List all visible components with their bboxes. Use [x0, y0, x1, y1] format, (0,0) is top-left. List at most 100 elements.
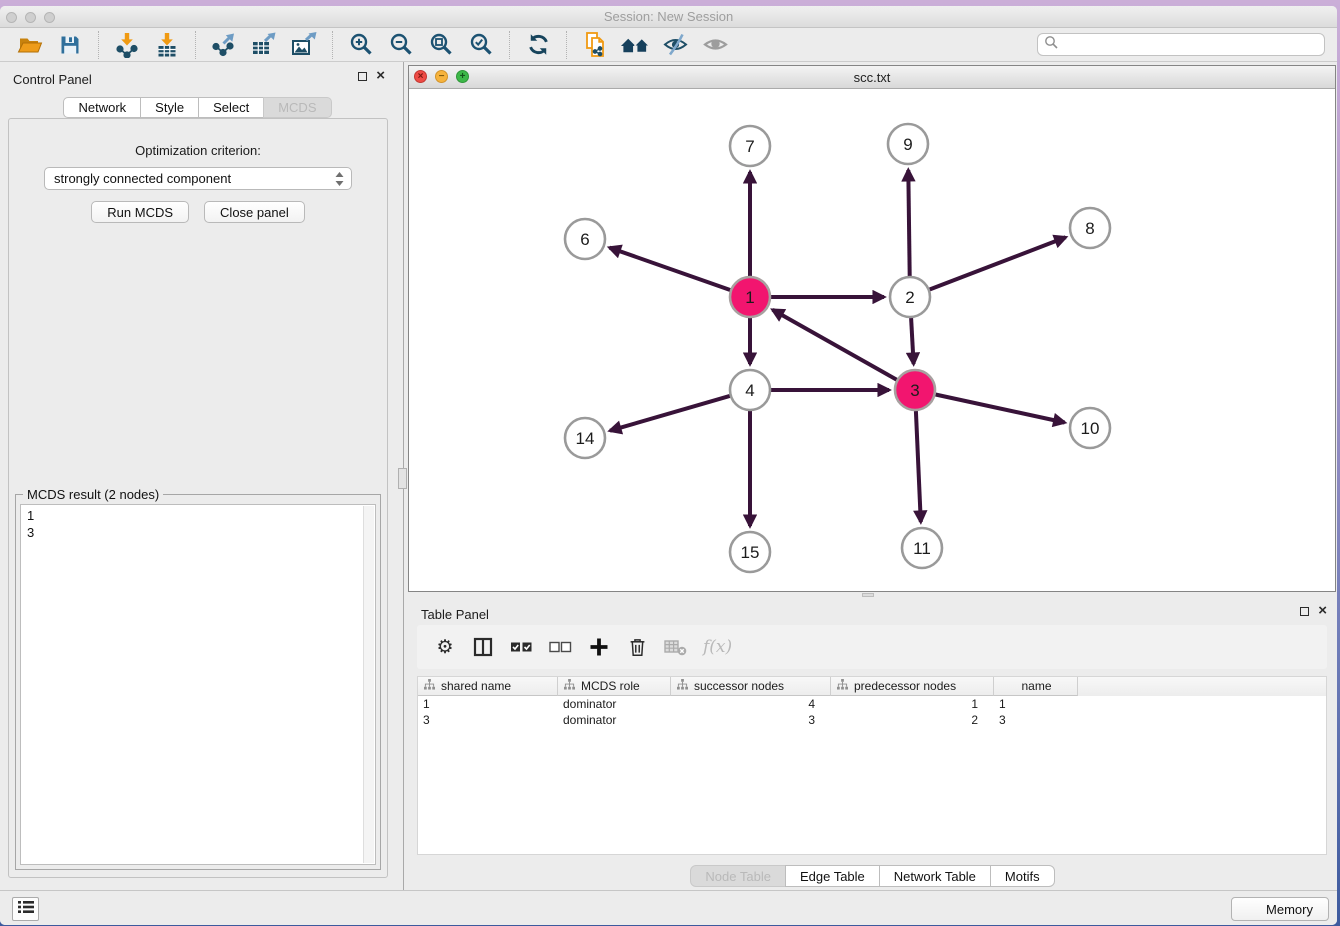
mcds-result-area[interactable]: 13 [20, 504, 376, 865]
table-cell[interactable]: 2 [831, 712, 994, 728]
result-scrollbar[interactable] [363, 506, 374, 863]
open-session-icon[interactable] [15, 30, 45, 60]
select-all-icon[interactable] [510, 635, 533, 659]
graph-node-8[interactable]: 8 [1070, 208, 1110, 248]
close-table-panel-icon[interactable]: × [1318, 606, 1327, 616]
save-session-icon[interactable] [55, 30, 85, 60]
graph-edge-2-9[interactable] [908, 170, 909, 276]
graph-node-14[interactable]: 14 [565, 418, 605, 458]
table-cell[interactable]: dominator [558, 712, 671, 728]
mcds-result-text: 13 [21, 505, 375, 543]
export-table-icon[interactable] [249, 30, 279, 60]
tab-style[interactable]: Style [140, 97, 199, 118]
column-header-predecessor-nodes[interactable]: predecessor nodes [831, 677, 994, 696]
graph-edge-3-1[interactable] [773, 310, 897, 380]
column-header-shared-name[interactable]: shared name [418, 677, 558, 696]
network-graph: 1 2 3 4 6 7 8 9 10 11 14 15 [409, 89, 1335, 591]
table-row[interactable]: 1dominator411 [418, 696, 1326, 712]
export-network-icon[interactable] [209, 30, 239, 60]
graph-node-9[interactable]: 9 [888, 124, 928, 164]
import-table-icon[interactable] [152, 30, 182, 60]
graph-node-1[interactable]: 1 [730, 277, 770, 317]
graph-edge-1-6[interactable] [610, 248, 731, 290]
horizontal-splitter-handle[interactable] [862, 593, 874, 597]
gear-icon[interactable]: ⚙ [434, 635, 456, 659]
add-icon[interactable] [588, 635, 610, 659]
desktop: Session: New Session [0, 0, 1340, 926]
mcds-result-group: MCDS result (2 nodes) 13 [15, 494, 381, 870]
svg-text:6: 6 [580, 230, 589, 249]
tab-mcds[interactable]: MCDS [263, 97, 331, 118]
table-tabs: Node TableEdge TableNetwork TableMotifs [408, 865, 1337, 887]
zoom-out-icon[interactable] [386, 30, 416, 60]
copy-network-icon[interactable] [580, 30, 610, 60]
memory-button[interactable]: Memory [1231, 897, 1329, 921]
function-builder-icon[interactable]: f(x) [703, 635, 732, 659]
svg-text:2: 2 [905, 288, 914, 307]
graph-node-2[interactable]: 2 [890, 277, 930, 317]
import-network-icon[interactable] [112, 30, 142, 60]
zoom-selected-icon[interactable] [466, 30, 496, 60]
export-image-icon[interactable] [289, 30, 319, 60]
search-input[interactable] [1059, 35, 1324, 54]
svg-text:14: 14 [576, 429, 595, 448]
float-panel-icon[interactable] [358, 72, 367, 81]
refresh-icon[interactable] [523, 30, 553, 60]
vertical-splitter[interactable] [395, 62, 408, 890]
graph-edge-2-3[interactable] [911, 318, 914, 364]
table-cell[interactable]: 3 [994, 712, 1078, 728]
app-window: Session: New Session [0, 6, 1337, 925]
tab-node-table[interactable]: Node Table [690, 865, 786, 887]
mcds-panel: Optimization criterion: strongly connect… [8, 118, 388, 878]
graph-node-11[interactable]: 11 [902, 528, 942, 568]
control-panel-title: Control Panel [13, 72, 92, 87]
tab-select[interactable]: Select [198, 97, 264, 118]
tab-edge-table[interactable]: Edge Table [785, 865, 880, 887]
network-window-titlebar[interactable]: × − + scc.txt [409, 66, 1335, 89]
graph-edge-4-14[interactable] [610, 396, 730, 431]
network-canvas[interactable]: 1 2 3 4 6 7 8 9 10 11 14 15 [409, 89, 1335, 591]
table-row[interactable]: 3dominator323 [418, 712, 1326, 728]
svg-text:4: 4 [745, 381, 754, 400]
graph-edge-2-8[interactable] [930, 237, 1066, 289]
table-cell[interactable]: 3 [418, 712, 558, 728]
graph-node-15[interactable]: 15 [730, 532, 770, 572]
table-cell[interactable]: 4 [671, 696, 831, 712]
home-icon[interactable] [620, 30, 650, 60]
column-header-name[interactable]: name [994, 677, 1078, 696]
tab-network[interactable]: Network [63, 97, 141, 118]
delete-icon[interactable] [626, 635, 648, 659]
graph-edge-3-11[interactable] [916, 411, 921, 522]
svg-text:11: 11 [913, 539, 931, 558]
task-history-button[interactable] [12, 897, 39, 921]
zoom-fit-icon[interactable] [426, 30, 456, 60]
deselect-all-icon[interactable] [549, 635, 572, 659]
table-cell[interactable]: dominator [558, 696, 671, 712]
criterion-select[interactable]: strongly connected component [44, 167, 352, 190]
table-cell[interactable]: 3 [671, 712, 831, 728]
delete-table-icon[interactable] [664, 635, 687, 659]
run-mcds-button[interactable]: Run MCDS [91, 201, 189, 223]
mcds-result-title: MCDS result (2 nodes) [23, 487, 163, 502]
graph-node-7[interactable]: 7 [730, 126, 770, 166]
columns-icon[interactable] [472, 635, 494, 659]
vertical-splitter-handle[interactable] [398, 468, 407, 489]
float-table-panel-icon[interactable] [1300, 607, 1309, 616]
table-cell[interactable]: 1 [418, 696, 558, 712]
hide-graphics-icon[interactable] [660, 30, 690, 60]
close-panel-icon[interactable]: × [376, 71, 385, 81]
column-header-successor-nodes[interactable]: successor nodes [671, 677, 831, 696]
graph-node-6[interactable]: 6 [565, 219, 605, 259]
tab-motifs[interactable]: Motifs [990, 865, 1055, 887]
graph-node-3[interactable]: 3 [895, 370, 935, 410]
graph-node-10[interactable]: 10 [1070, 408, 1110, 448]
show-graphics-icon[interactable] [700, 30, 730, 60]
column-header-mcds-role[interactable]: MCDS role [558, 677, 671, 696]
graph-edge-3-10[interactable] [936, 395, 1065, 423]
zoom-in-icon[interactable] [346, 30, 376, 60]
graph-node-4[interactable]: 4 [730, 370, 770, 410]
close-panel-button[interactable]: Close panel [204, 201, 305, 223]
table-cell[interactable]: 1 [831, 696, 994, 712]
tab-network-table[interactable]: Network Table [879, 865, 991, 887]
table-cell[interactable]: 1 [994, 696, 1078, 712]
